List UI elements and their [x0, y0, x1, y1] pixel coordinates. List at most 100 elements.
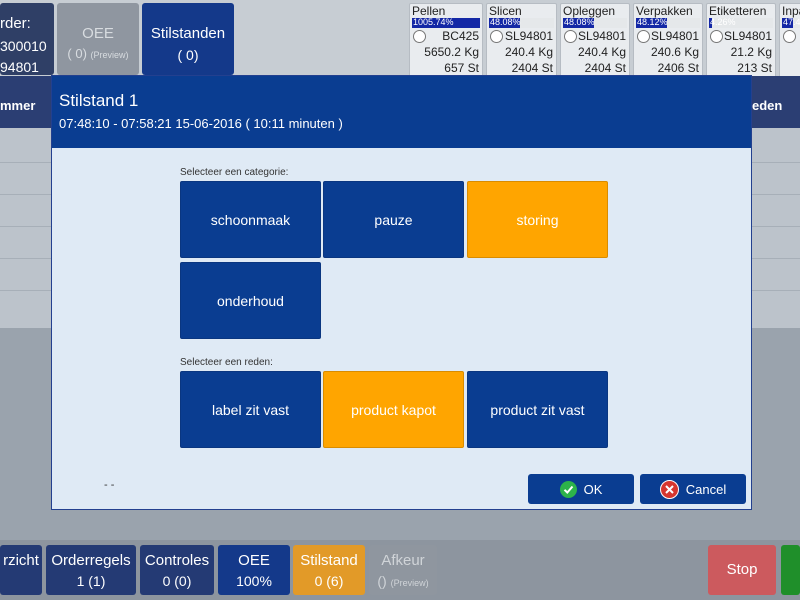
- ok-button[interactable]: OK: [528, 474, 634, 504]
- cancel-x-icon: [659, 479, 679, 499]
- station-percent: 4.26%: [710, 17, 736, 27]
- cancel-label: Cancel: [685, 481, 727, 497]
- station-progress: 48.08%: [489, 17, 554, 28]
- station-name: Opleggen: [563, 4, 616, 18]
- station-code: BC425: [442, 29, 479, 43]
- bottom-tab-oee[interactable]: OEE 100%: [218, 545, 290, 595]
- station-progress: 48.12%: [636, 17, 700, 28]
- dialog-header: Stilstand 1 07:48:10 - 07:58:21 15-06-20…: [52, 76, 751, 148]
- cancel-button[interactable]: Cancel: [640, 474, 746, 504]
- station-count: 657 St: [444, 61, 479, 75]
- station-name: Inpa: [782, 4, 800, 18]
- bottom-tab-value: 1 (1): [76, 573, 106, 589]
- bottom-tab-value: 0 (6): [314, 573, 344, 589]
- station-weight: 240.6 Kg: [650, 45, 699, 59]
- reason-button-product-kapot[interactable]: product kapot: [323, 371, 464, 448]
- station-radio[interactable]: [564, 29, 577, 43]
- reason-label: Selecteer een reden:: [180, 357, 273, 368]
- bottom-tab-controles[interactable]: Controles 0 (0): [140, 545, 214, 595]
- station-radio[interactable]: [413, 29, 426, 43]
- station-card[interactable]: Slicen 48.08% SL94801 240.4 Kg 2404 St: [486, 3, 557, 83]
- category-button-pauze[interactable]: pauze: [323, 181, 464, 258]
- station-card[interactable]: Inpa47.4: [779, 3, 800, 83]
- bottom-tab-value: 100%: [236, 573, 272, 589]
- stilstanden-value: ( 0): [177, 47, 199, 63]
- station-weight: 240.4 Kg: [577, 45, 626, 59]
- station-code: SL94801: [577, 29, 626, 43]
- station-code: SL94801: [504, 29, 553, 43]
- bottom-tab-afkeur[interactable]: Afkeur () (Preview): [369, 545, 437, 595]
- station-code: SL94801: [723, 29, 772, 43]
- station-card[interactable]: Opleggen 48.08% SL94801 240.4 Kg 2404 St: [560, 3, 630, 83]
- table-header-left: mmer: [0, 98, 36, 113]
- bottom-tab-label: Orderregels: [51, 552, 131, 569]
- station-card[interactable]: Etiketteren 4.26% SL94801 21.2 Kg 213 St: [706, 3, 776, 83]
- bottom-tab-label: Afkeur: [381, 552, 425, 569]
- oee-tile[interactable]: OEE ( 0) (Preview): [57, 3, 139, 75]
- dialog-title: Stilstand 1: [59, 91, 139, 110]
- oee-preview: (Preview): [90, 50, 129, 60]
- station-radio[interactable]: [710, 29, 723, 43]
- station-name: Pellen: [412, 4, 446, 18]
- station-radio[interactable]: [637, 29, 650, 43]
- station-progress: 48.08%: [563, 17, 627, 28]
- bottom-tab-label: rzicht: [3, 552, 39, 569]
- station-count: 2404 St: [511, 61, 553, 75]
- station-weight: 240.4 Kg: [504, 45, 553, 59]
- station-weight: 21.2 Kg: [730, 45, 772, 59]
- station-percent: 48.08%: [564, 17, 595, 27]
- station-card[interactable]: Verpakken 48.12% SL94801 240.6 Kg 2406 St: [633, 3, 703, 83]
- stilstand-dialog: Stilstand 1 07:48:10 - 07:58:21 15-06-20…: [51, 75, 752, 510]
- checkmark-icon: [559, 480, 577, 498]
- bottom-tab-orderregels[interactable]: Orderregels 1 (1): [46, 545, 136, 595]
- station-progress: 4.26%: [709, 17, 773, 28]
- reason-button-product-zit-vast[interactable]: product zit vast: [467, 371, 608, 448]
- station-percent: 48.08%: [490, 17, 521, 27]
- reason-button-label-zit-vast[interactable]: label zit vast: [180, 371, 321, 448]
- station-radio[interactable]: [490, 29, 503, 43]
- bottom-tab-label: Stilstand: [300, 552, 358, 569]
- station-count: 213 St: [737, 61, 772, 75]
- order-tile[interactable]: rder: 300010 94801: [0, 3, 54, 75]
- station-name: Verpakken: [636, 4, 693, 18]
- ok-label: OK: [583, 481, 603, 497]
- stilstanden-tile[interactable]: Stilstanden ( 0): [142, 3, 234, 75]
- category-button-onderhoud[interactable]: onderhoud: [180, 262, 321, 339]
- bottom-tab-rzicht[interactable]: rzicht: [0, 545, 42, 595]
- bottom-tab-label: Controles: [144, 552, 210, 569]
- table-header-right: eden: [752, 98, 783, 113]
- bottom-tab-value: (): [377, 573, 387, 589]
- bottom-tab-label: Stop: [726, 561, 758, 578]
- order-label: rder:: [0, 15, 31, 32]
- status-dashes: - -: [104, 479, 115, 491]
- bottom-tab-stilstand[interactable]: Stilstand 0 (6): [293, 545, 365, 595]
- station-progress: 47.4: [782, 17, 800, 28]
- station-percent: 1005.74%: [413, 17, 454, 27]
- station-count: 2404 St: [584, 61, 626, 75]
- station-count: 2406 St: [657, 61, 699, 75]
- category-button-storing[interactable]: storing: [467, 181, 608, 258]
- station-radio[interactable]: [783, 29, 796, 43]
- station-weight: [780, 44, 800, 60]
- start-button[interactable]: [781, 545, 800, 595]
- bottom-tab-stop[interactable]: Stop: [708, 545, 776, 595]
- stilstanden-title: Stilstanden: [150, 25, 226, 42]
- station-name: Slicen: [489, 4, 522, 18]
- station-card[interactable]: Pellen 1005.74% BC425 5650.2 Kg 657 St: [409, 3, 483, 83]
- station-progress: 1005.74%: [412, 17, 480, 28]
- dialog-subtitle: 07:48:10 - 07:58:21 15-06-2016 ( 10:11 m…: [59, 116, 343, 131]
- category-button-schoonmaak[interactable]: schoonmaak: [180, 181, 321, 258]
- order-number: 300010: [0, 38, 47, 54]
- station-weight: 5650.2 Kg: [424, 45, 479, 59]
- bottom-tab-value: 0 (0): [162, 573, 192, 589]
- order-article: 94801: [0, 59, 39, 75]
- oee-value: ( 0): [67, 46, 87, 61]
- oee-title: OEE: [82, 25, 114, 42]
- category-label: Selecteer een categorie:: [180, 167, 289, 178]
- station-code: SL94801: [650, 29, 699, 43]
- station-percent: 48.12%: [637, 17, 668, 27]
- bottom-tab-label: OEE: [238, 552, 270, 569]
- station-count: [780, 60, 800, 76]
- station-name: Etiketteren: [709, 4, 767, 18]
- station-percent: 47.4: [783, 17, 800, 27]
